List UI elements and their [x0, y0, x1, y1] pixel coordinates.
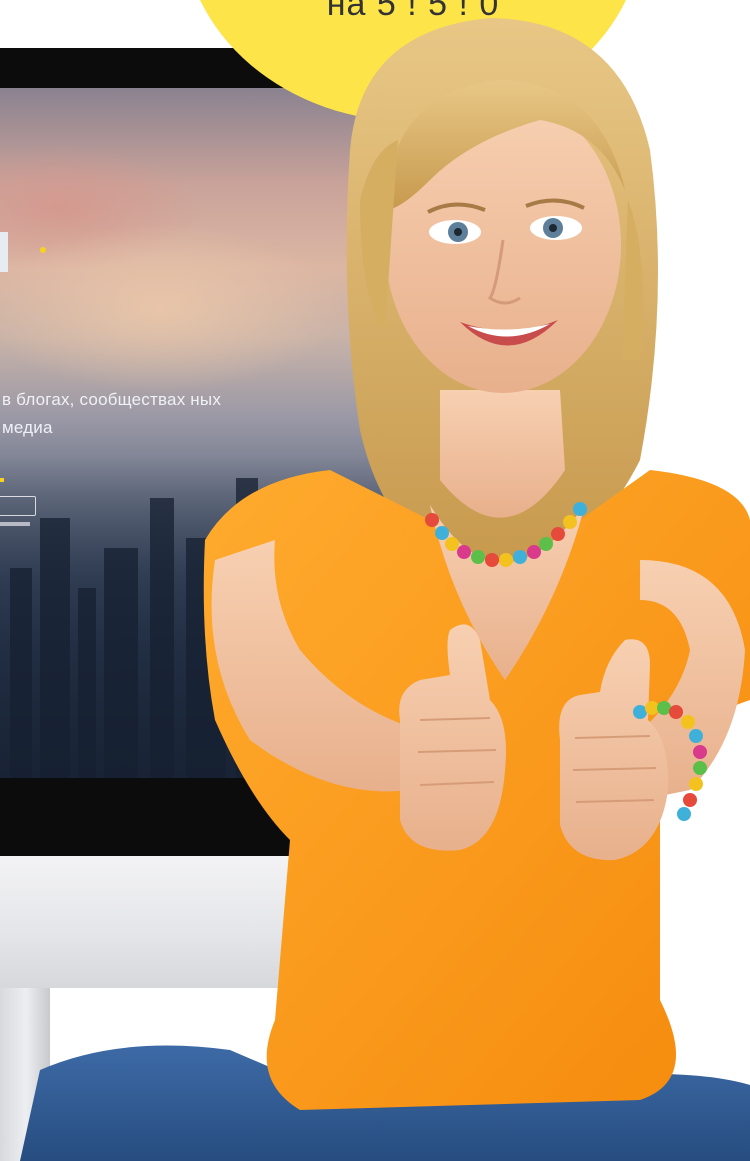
- woman-thumbs-up-illustration: [20, 18, 750, 1161]
- photo-scene: в блогах, сообществах ных медиа на 5 ! 5…: [0, 0, 750, 1161]
